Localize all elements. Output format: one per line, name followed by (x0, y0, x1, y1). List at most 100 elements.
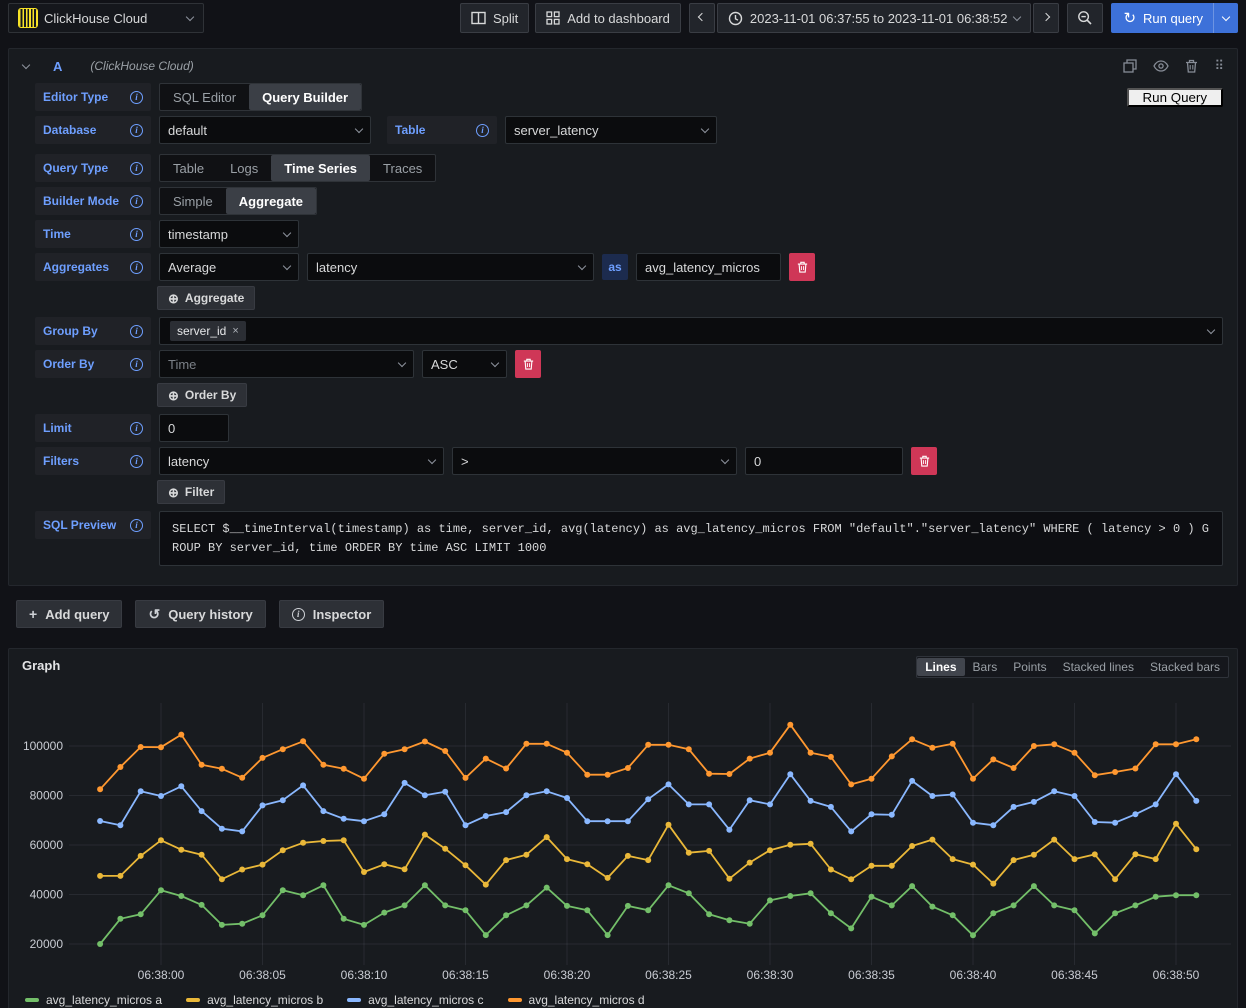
filter-column-select[interactable]: latency (159, 447, 444, 475)
chevron-down-icon (1222, 12, 1230, 20)
drag-handle-icon[interactable]: ⠿ (1214, 58, 1225, 74)
order-by-column-select[interactable]: Time (159, 350, 414, 378)
split-button[interactable]: Split (460, 3, 529, 33)
time-range-picker[interactable]: 2023-11-01 06:37:55 to 2023-11-01 06:38:… (717, 3, 1032, 33)
clickhouse-logo-icon (19, 9, 37, 27)
query-history-button[interactable]: ↺ Query history (135, 600, 265, 628)
legend-item[interactable]: avg_latency_micros d (508, 993, 645, 1007)
time-shift-back-button[interactable] (689, 3, 715, 33)
info-icon[interactable]: i (130, 325, 143, 338)
info-icon[interactable]: i (130, 162, 143, 175)
info-icon[interactable]: i (130, 91, 143, 104)
query-type-option-logs[interactable]: Logs (217, 155, 271, 181)
sql-preview: SELECT $__timeInterval(timestamp) as tim… (159, 511, 1223, 566)
aggregate-column-select[interactable]: latency (307, 253, 594, 281)
add-query-button[interactable]: + Add query (16, 600, 122, 628)
table-select[interactable]: server_latency (505, 116, 717, 144)
legend-swatch (186, 998, 200, 1002)
plus-circle-icon: ⊕ (168, 292, 179, 305)
legend-item[interactable]: avg_latency_micros a (25, 993, 162, 1007)
svg-text:06:38:45: 06:38:45 (1051, 968, 1098, 982)
legend-item[interactable]: avg_latency_micros c (347, 993, 483, 1007)
info-icon: i (292, 608, 305, 621)
legend-label: avg_latency_micros d (529, 993, 645, 1007)
query-type-option-timeseries[interactable]: Time Series (271, 155, 370, 181)
chevron-down-icon (283, 228, 291, 236)
remove-order-by-button[interactable] (515, 350, 541, 378)
run-query-button[interactable]: ↻ Run query (1111, 3, 1213, 33)
remove-filter-button[interactable] (911, 447, 937, 475)
split-label: Split (493, 11, 518, 26)
add-filter-button[interactable]: ⊕ Filter (157, 480, 225, 504)
history-icon: ↺ (148, 607, 160, 621)
legend-swatch (25, 998, 39, 1002)
svg-text:20000: 20000 (30, 937, 64, 951)
aggregate-function-select[interactable]: Average (159, 253, 299, 281)
trash-icon (797, 261, 808, 273)
info-icon[interactable]: i (130, 519, 143, 532)
info-icon[interactable]: i (130, 124, 143, 137)
info-icon[interactable]: i (476, 124, 489, 137)
query-type-label: Query Type i (35, 154, 151, 182)
add-order-by-button[interactable]: ⊕ Order By (157, 383, 247, 407)
duplicate-query-icon[interactable] (1123, 59, 1137, 73)
builder-mode-option-simple[interactable]: Simple (160, 188, 226, 214)
graph-panel: Graph Lines Bars Points Stacked lines St… (8, 648, 1238, 1008)
chevron-down-icon (578, 261, 586, 269)
delete-query-icon[interactable] (1185, 59, 1198, 73)
builder-mode-option-aggregate[interactable]: Aggregate (226, 188, 316, 214)
info-icon[interactable]: i (130, 455, 143, 468)
filter-operator-select[interactable]: > (452, 447, 737, 475)
chart-legend: avg_latency_micros a avg_latency_micros b… (25, 993, 645, 1007)
legend-label: avg_latency_micros c (368, 993, 483, 1007)
remove-tag-icon[interactable]: × (232, 325, 238, 337)
inspector-button[interactable]: i Inspector (279, 600, 385, 628)
aggregate-alias-input[interactable] (636, 253, 781, 281)
add-to-dashboard-button[interactable]: Add to dashboard (535, 3, 681, 33)
datasource-name: ClickHouse Cloud (44, 11, 147, 26)
time-shift-forward-button[interactable] (1033, 3, 1059, 33)
legend-item[interactable]: avg_latency_micros b (186, 993, 323, 1007)
collapse-chevron-icon[interactable] (22, 60, 30, 68)
editor-type-option-builder[interactable]: Query Builder (249, 84, 361, 110)
database-select[interactable]: default (159, 116, 371, 144)
query-type-group: Table Logs Time Series Traces (159, 154, 436, 182)
chevron-down-icon (355, 124, 363, 132)
database-label: Database i (35, 116, 151, 144)
plus-circle-icon: ⊕ (168, 389, 179, 402)
zoom-out-time-button[interactable] (1067, 3, 1103, 33)
chevron-left-icon (698, 12, 706, 20)
chevron-down-icon (701, 124, 709, 132)
run-query-dropdown[interactable] (1213, 3, 1238, 33)
info-icon[interactable]: i (130, 195, 143, 208)
latency-chart[interactable]: 2000040000600008000010000006:38:0006:38:… (9, 649, 1237, 989)
query-type-option-table[interactable]: Table (160, 155, 217, 181)
add-aggregate-button[interactable]: ⊕ Aggregate (157, 286, 255, 310)
group-by-select[interactable]: server_id × (159, 317, 1223, 345)
info-icon[interactable]: i (130, 358, 143, 371)
datasource-picker[interactable]: ClickHouse Cloud (8, 3, 204, 33)
chevron-down-icon (491, 358, 499, 366)
as-badge: as (602, 254, 628, 280)
remove-aggregate-button[interactable] (789, 253, 815, 281)
info-icon[interactable]: i (130, 228, 143, 241)
query-type-option-traces[interactable]: Traces (370, 155, 435, 181)
svg-text:06:38:15: 06:38:15 (442, 968, 489, 982)
hide-query-eye-icon[interactable] (1153, 60, 1169, 72)
svg-text:06:38:05: 06:38:05 (239, 968, 286, 982)
query-actions: + Add query ↺ Query history i Inspector (16, 600, 1246, 628)
datasource-note: (ClickHouse Cloud) (90, 59, 193, 73)
order-by-label: Order By i (35, 350, 151, 378)
limit-input[interactable] (159, 414, 229, 442)
editor-run-query-button[interactable]: Run Query (1127, 88, 1223, 107)
info-icon[interactable]: i (130, 261, 143, 274)
filter-value-input[interactable] (745, 447, 903, 475)
chevron-down-icon (1207, 325, 1215, 333)
info-icon[interactable]: i (130, 422, 143, 435)
filters-label: Filters i (35, 447, 151, 475)
plus-icon: + (29, 607, 37, 621)
order-by-direction-select[interactable]: ASC (422, 350, 507, 378)
chevron-down-icon (721, 455, 729, 463)
editor-type-option-sql[interactable]: SQL Editor (160, 84, 249, 110)
time-column-select[interactable]: timestamp (159, 220, 299, 248)
